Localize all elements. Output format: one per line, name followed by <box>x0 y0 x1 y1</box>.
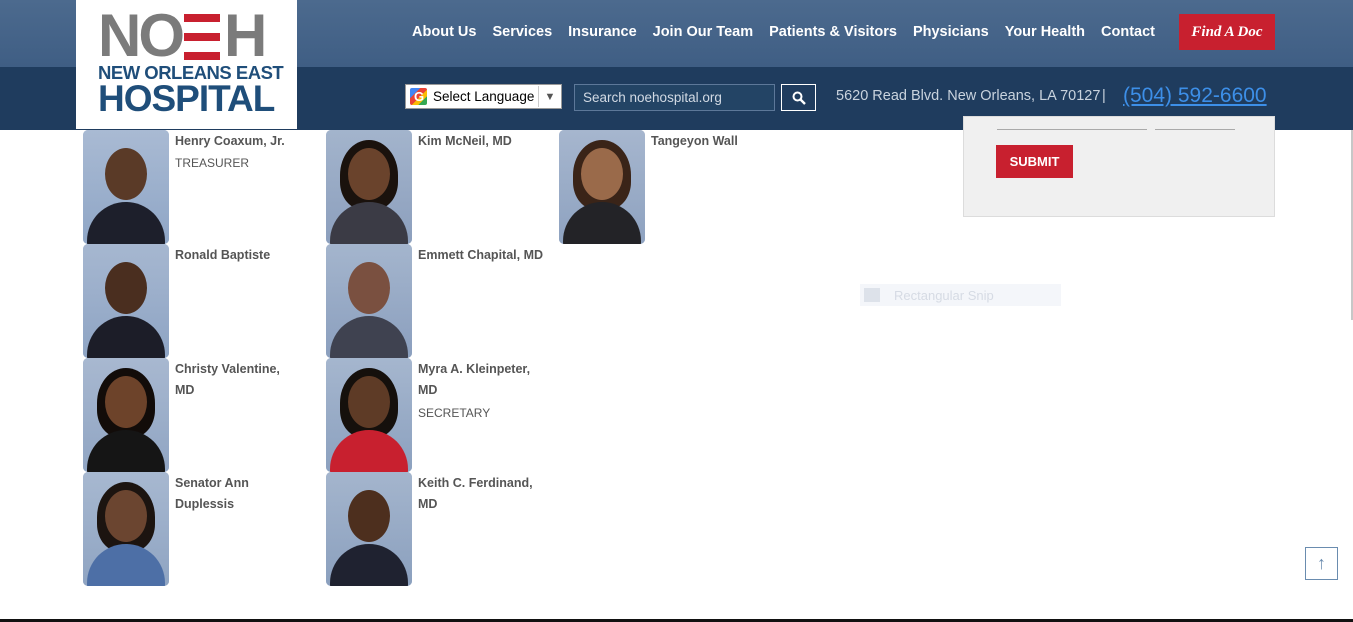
member-photo <box>83 130 169 244</box>
member-name: Ronald Baptiste <box>175 248 271 262</box>
search-button[interactable] <box>781 84 816 111</box>
logo-mark: NO H <box>98 2 297 69</box>
logo-letters-no: NO <box>98 2 185 69</box>
site-logo[interactable]: NO H NEW ORLEANS EAST HOSPITAL <box>76 0 297 129</box>
hospital-address: 5620 Read Blvd. New Orleans, LA 70127 <box>836 88 1101 104</box>
nav-patients-visitors[interactable]: Patients & Visitors <box>761 24 905 40</box>
logo-hospital: HOSPITAL <box>98 78 275 119</box>
phone-link[interactable]: (504) 592-6600 <box>1123 84 1267 108</box>
nav-about-us[interactable]: About Us <box>404 24 484 40</box>
member-name: Keith C. Ferdinand, MD <box>418 476 533 511</box>
member-photo <box>326 472 412 586</box>
member-role: SECRETARY <box>418 406 491 420</box>
scroll-to-top-button[interactable]: ↑ <box>1305 547 1338 580</box>
search-icon <box>792 91 806 105</box>
member-name: Henry Coaxum, Jr. <box>175 134 285 148</box>
member-photo <box>83 472 169 586</box>
member-name: Myra A. Kleinpeter, MD <box>418 362 531 397</box>
snip-tooltip: Rectangular Snip <box>860 284 1061 306</box>
nav-contact[interactable]: Contact <box>1093 24 1163 40</box>
submit-button[interactable]: SUBMIT <box>996 145 1073 178</box>
member-name: Christy Valentine, MD <box>175 362 280 397</box>
member-photo <box>326 130 412 244</box>
nav-insurance[interactable]: Insurance <box>560 24 645 40</box>
member-name: Kim McNeil, MD <box>418 134 512 148</box>
member-photo <box>83 358 169 472</box>
member-photo <box>559 130 645 244</box>
member-name: Emmett Chapital, MD <box>418 248 544 262</box>
language-label: Select Language <box>433 89 535 104</box>
form-field-first[interactable] <box>997 129 1147 130</box>
member-photo <box>83 244 169 358</box>
member-name: Senator Ann Duplessis <box>175 476 249 511</box>
chevron-down-icon: ▼ <box>538 86 561 107</box>
logo-letter-h: H <box>224 2 267 69</box>
member-photo <box>326 244 412 358</box>
address-separator: | <box>1102 88 1106 104</box>
language-select[interactable]: Select Language ▼ <box>405 84 562 109</box>
member-role: TREASURER <box>175 156 250 170</box>
member-photo <box>326 358 412 472</box>
nav-your-health[interactable]: Your Health <box>997 24 1093 40</box>
snip-icon <box>864 288 880 302</box>
nav-join-our-team[interactable]: Join Our Team <box>645 24 761 40</box>
google-translate-icon <box>410 88 427 105</box>
logo-e-stripes <box>184 14 220 60</box>
nav-physicians[interactable]: Physicians <box>905 24 997 40</box>
snip-label: Rectangular Snip <box>894 287 994 303</box>
find-a-doc-button[interactable]: Find A Doc <box>1179 14 1275 50</box>
search-input[interactable] <box>574 84 775 111</box>
member-name: Tangeyon Wall <box>651 134 738 148</box>
nav-services[interactable]: Services <box>484 24 560 40</box>
arrow-up-icon: ↑ <box>1317 553 1326 573</box>
form-field-second[interactable] <box>1155 129 1235 130</box>
main-nav: About Us Services Insurance Join Our Tea… <box>404 0 1163 64</box>
